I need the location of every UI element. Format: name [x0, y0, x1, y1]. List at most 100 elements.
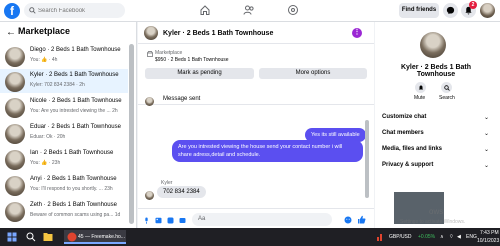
conversation-item-active[interactable]: Kyler · 2 Beds 1 Bath Townhouse Kyler: 7…	[0, 69, 128, 93]
conversation-preview: Kyler: 702 834 2384 · 2h	[30, 82, 85, 88]
volume-icon[interactable]: ◀	[457, 234, 461, 240]
activation-watermark-subtext: Settings to activate Windows.	[400, 219, 466, 225]
listing-summary[interactable]: $950 · 2 Beds 1 Bath Townhouse	[155, 57, 229, 63]
search-icon	[29, 7, 36, 14]
avatar	[5, 176, 25, 196]
conversation-item[interactable]: Nicole · 2 Beds 1 Bath Townhouse You: Ar…	[0, 95, 128, 119]
chevron-down-icon[interactable]: ⌄	[484, 162, 489, 169]
marketplace-label: Marketplace	[155, 50, 183, 56]
search-input[interactable]	[24, 3, 125, 18]
emoji-icon[interactable]	[344, 216, 352, 224]
conversation-name: Anyi · 2 Beds 1 Bath Townhouse	[30, 176, 117, 182]
conversation-name: Nicole · 2 Beds 1 Bath Townhouse	[30, 98, 122, 104]
search-conversation-button[interactable]	[441, 82, 452, 93]
privacy-support-row[interactable]: Privacy & support	[382, 162, 433, 168]
mute-label: Mute	[414, 95, 426, 101]
top-navigation-bar: f Find friends 2	[0, 0, 500, 22]
find-friends-button[interactable]: Find friends	[399, 3, 439, 18]
chat-members-row[interactable]: Chat members	[382, 130, 424, 136]
mark-as-pending-button[interactable]: Mark as pending	[145, 68, 254, 79]
home-icon[interactable]	[199, 4, 211, 16]
mute-button[interactable]	[415, 82, 426, 93]
conversation-name: Eduar · 2 Beds 1 Bath Townhouse	[30, 124, 121, 130]
wifi-icon[interactable]: ⌔	[449, 234, 454, 240]
avatar	[5, 72, 25, 92]
avatar	[5, 47, 25, 67]
avatar	[5, 202, 25, 222]
gaming-icon[interactable]	[287, 4, 299, 16]
chat-title[interactable]: Kyler · 2 Beds 1 Bath Townhouse	[163, 30, 273, 37]
facebook-logo-icon[interactable]: f	[4, 3, 20, 19]
activation-watermark: ows	[429, 207, 444, 216]
conversation-preview: Eduar: Ok · 20h	[30, 134, 66, 140]
avatar[interactable]	[144, 26, 158, 40]
currency-pair: GBP/USD	[389, 234, 412, 240]
messenger-icon	[446, 6, 455, 15]
marketplace-icon	[147, 51, 153, 57]
conversation-name: Zeth · 2 Beds 1 Bath Townhouse	[30, 202, 117, 208]
system-tray-chevron-icon[interactable]: ∧	[440, 234, 444, 240]
message-sent-notice: Message sent	[163, 96, 201, 102]
currency-change: +0.05%	[418, 234, 436, 240]
search-label: Search	[439, 95, 455, 101]
customize-chat-row[interactable]: Customize chat	[382, 114, 426, 120]
avatar	[5, 98, 25, 118]
conversation-name: Diego · 2 Beds 1 Bath Townhouse	[30, 47, 121, 53]
message-input[interactable]: Aa	[192, 213, 332, 226]
conversation-preview: You: I'll respond to you shortly. ... 23…	[30, 186, 113, 192]
microphone-icon[interactable]	[143, 217, 150, 224]
profile-avatar[interactable]	[480, 3, 495, 18]
clock-date[interactable]: 10/1/2023	[477, 238, 499, 244]
windows-start-icon[interactable]	[7, 232, 17, 242]
incoming-message[interactable]: 702 834 2384	[157, 186, 206, 198]
avatar	[145, 191, 154, 200]
search-icon	[443, 84, 450, 91]
sticker-icon[interactable]	[167, 217, 174, 224]
conversation-item[interactable]: Ian · 2 Beds 1 Bath Townhouse You: 👍 · 2…	[0, 147, 128, 171]
conversation-preview: You: 👍 · 4h	[30, 57, 58, 63]
conversation-item[interactable]: Zeth · 2 Beds 1 Bath Townhouse Beware of…	[0, 199, 128, 223]
avatar	[5, 150, 25, 170]
chevron-down-icon[interactable]: ⌄	[484, 130, 489, 137]
file-explorer-icon[interactable]	[43, 232, 53, 242]
messenger-button[interactable]	[443, 3, 458, 18]
conversation-preview: Beware of common scams using pa... 1d	[30, 212, 121, 218]
conversation-preview: You: 👍 · 23h	[30, 160, 61, 166]
avatar	[5, 124, 25, 144]
media-files-links-row[interactable]: Media, files and links	[382, 146, 442, 152]
conversation-item[interactable]: Diego · 2 Beds 1 Bath Townhouse You: 👍 ·…	[0, 44, 128, 68]
browser-icon	[67, 232, 77, 242]
chevron-down-icon[interactable]: ⌄	[484, 114, 489, 121]
thumbs-up-icon[interactable]	[357, 215, 366, 224]
chat-header: Kyler · 2 Beds 1 Bath Townhouse ⋮	[138, 22, 374, 44]
marketplace-conversation-list: ← Marketplace Diego · 2 Beds 1 Bath Town…	[0, 22, 137, 228]
conversation-item[interactable]: Anyi · 2 Beds 1 Bath Townhouse You: I'll…	[0, 173, 128, 197]
taskbar-app-title: 45 — Freemake.ho...	[78, 234, 125, 240]
clock-time[interactable]: 7:43 PM	[480, 230, 499, 236]
windows-taskbar: 45 — Freemake.ho... GBP/USD +0.05% ∧ ⌔ ◀…	[0, 228, 500, 246]
sidebar-scrollbar[interactable]	[129, 44, 134, 224]
image-icon[interactable]	[155, 217, 162, 224]
info-icon[interactable]: ⋮	[352, 28, 362, 38]
back-arrow-icon[interactable]: ←	[6, 27, 16, 38]
language-indicator[interactable]: ENG	[466, 234, 477, 240]
conversation-name: Ian · 2 Beds 1 Bath Townhouse	[30, 150, 114, 156]
avatar	[145, 97, 154, 106]
chat-panel: Kyler · 2 Beds 1 Bath Townhouse ⋮ Market…	[138, 22, 374, 228]
chevron-down-icon[interactable]: ⌄	[484, 146, 489, 153]
contact-name: Kyler · 2 Beds 1 Bath Townhouse	[400, 64, 472, 78]
gif-icon[interactable]	[179, 217, 186, 224]
friends-icon[interactable]	[243, 4, 255, 16]
avatar[interactable]	[420, 32, 446, 58]
conversation-preview: You: Are you intrested viewing the ... 2…	[30, 108, 118, 114]
search-icon[interactable]	[26, 232, 36, 242]
more-options-button[interactable]: More options	[259, 68, 367, 79]
chat-scrollbar[interactable]	[365, 120, 369, 198]
conversation-item[interactable]: Eduar · 2 Beds 1 Bath Townhouse Eduar: O…	[0, 121, 128, 145]
outgoing-message[interactable]: Are you intrested viewing the house send…	[172, 140, 363, 162]
message-composer: Aa	[138, 208, 374, 228]
chart-icon	[377, 234, 382, 241]
bell-icon	[418, 85, 423, 89]
notification-badge: 2	[469, 1, 477, 9]
conversation-name: Kyler · 2 Beds 1 Bath Townhouse	[30, 72, 119, 78]
